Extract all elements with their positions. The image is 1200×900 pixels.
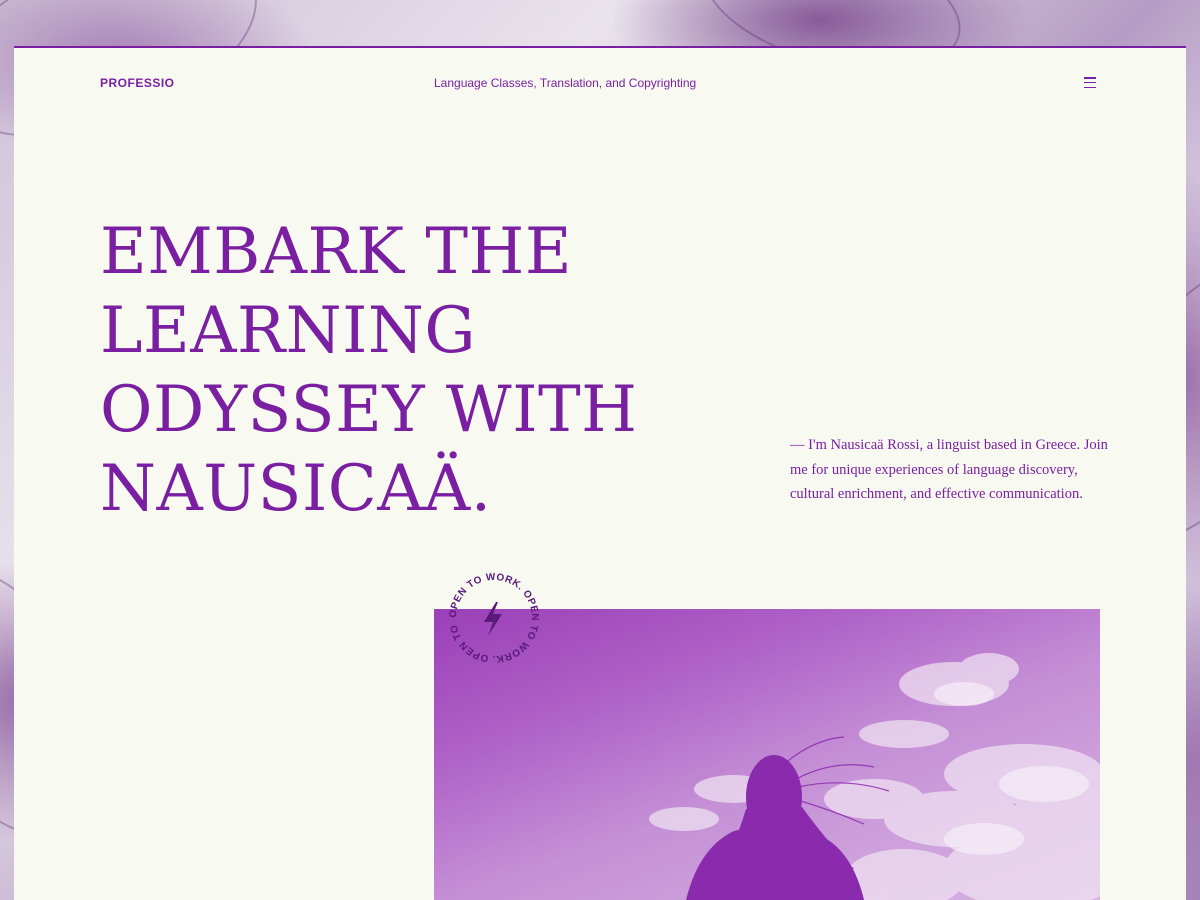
page-card: PROFESSIO Language Classes, Translation,…	[14, 46, 1186, 900]
hamburger-menu-icon[interactable]	[1084, 77, 1096, 89]
hero-headline: EMBARK THE LEARNING ODYSSEY WITH NAUSICA…	[100, 215, 638, 526]
lightning-bolt-icon	[484, 602, 502, 636]
hero-intro: — I'm Nausicaä Rossi, a linguist based i…	[790, 437, 1108, 502]
site-logo[interactable]: PROFESSIO	[100, 76, 175, 90]
site-tagline: Language Classes, Translation, and Copyr…	[434, 76, 697, 90]
open-to-work-badge: OPEN TO WORK. OPEN TO WORK. OPEN TO WORK…	[439, 560, 544, 668]
